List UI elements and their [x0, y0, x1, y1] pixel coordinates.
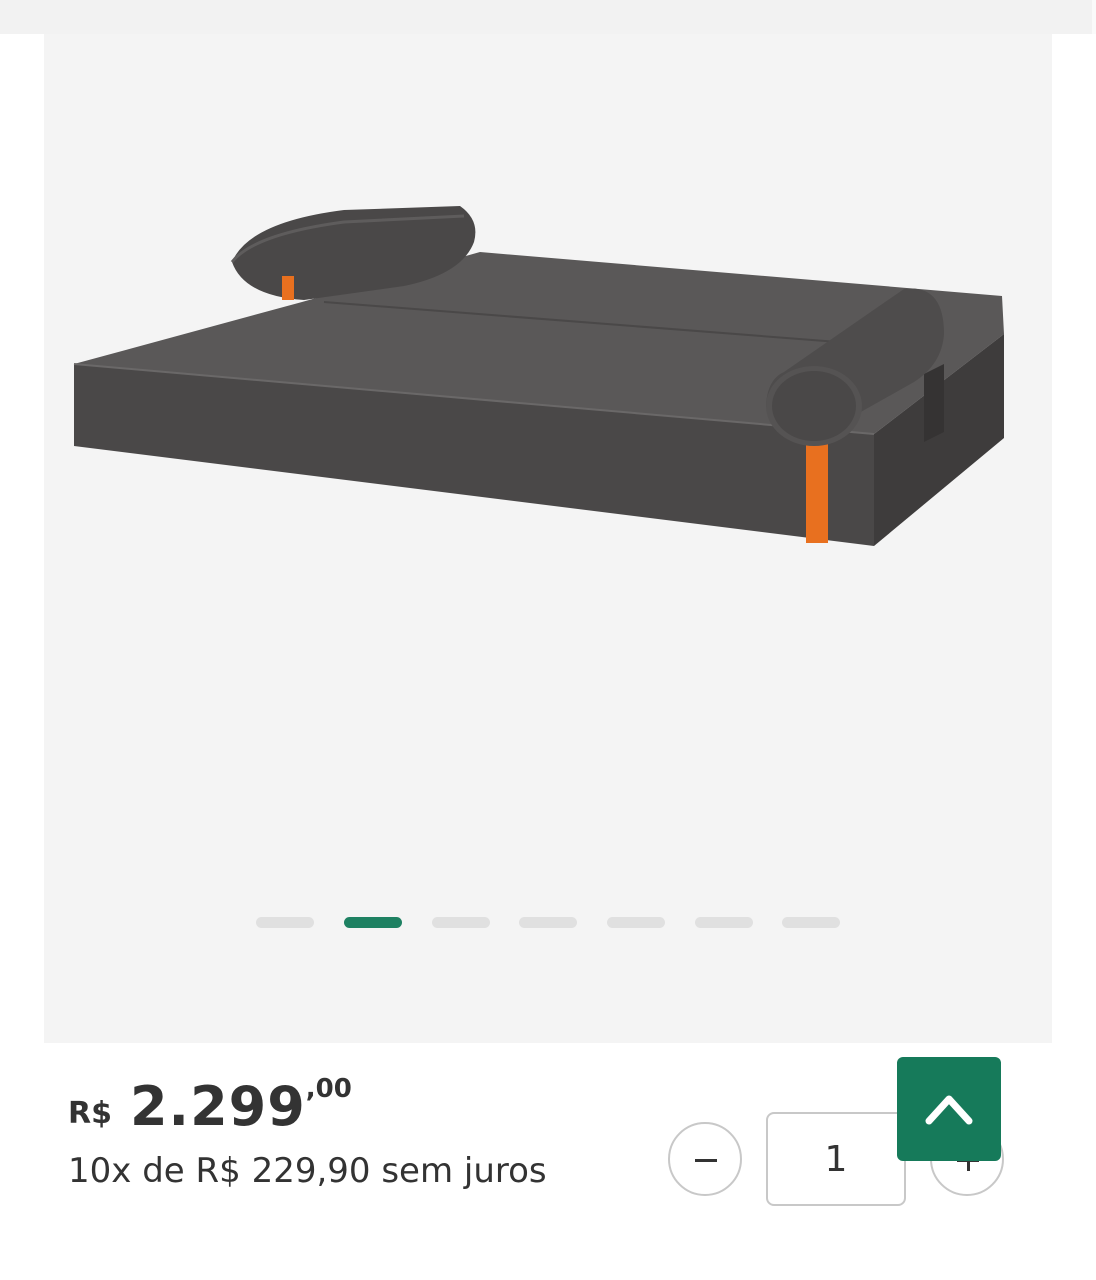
- price-cents: ,00: [305, 1074, 352, 1104]
- minus-icon: [695, 1159, 717, 1162]
- product-image-gallery[interactable]: [44, 34, 1052, 1043]
- gallery-dot[interactable]: [782, 917, 840, 928]
- quantity-decrease-button[interactable]: [668, 1122, 742, 1196]
- gallery-dot[interactable]: [256, 917, 314, 928]
- gallery-pagination: [44, 917, 1052, 929]
- quantity-value: 1: [824, 1138, 848, 1180]
- gallery-dot[interactable]: [607, 917, 665, 928]
- gallery-dot[interactable]: [432, 917, 490, 928]
- installments-text: 10x de R$ 229,90 sem juros: [68, 1151, 547, 1191]
- gallery-dot[interactable]: [695, 917, 753, 928]
- scroll-to-top-button[interactable]: [897, 1057, 1001, 1161]
- price-amount: 2.299: [129, 1075, 306, 1138]
- gallery-dot[interactable]: [519, 917, 577, 928]
- sofa-bed-image: [73, 206, 1004, 546]
- quantity-input[interactable]: 1: [766, 1112, 906, 1206]
- price: R$ 2.299 ,00: [68, 1072, 628, 1142]
- chevron-up-icon: [925, 1095, 973, 1125]
- gallery-dot-active[interactable]: [344, 917, 402, 928]
- top-bar-edge: [1092, 0, 1096, 34]
- price-currency: R$: [68, 1096, 112, 1131]
- price-block: R$ 2.299 ,00 10x de R$ 229,90 sem juros: [68, 1072, 628, 1196]
- top-bar: [0, 0, 1096, 34]
